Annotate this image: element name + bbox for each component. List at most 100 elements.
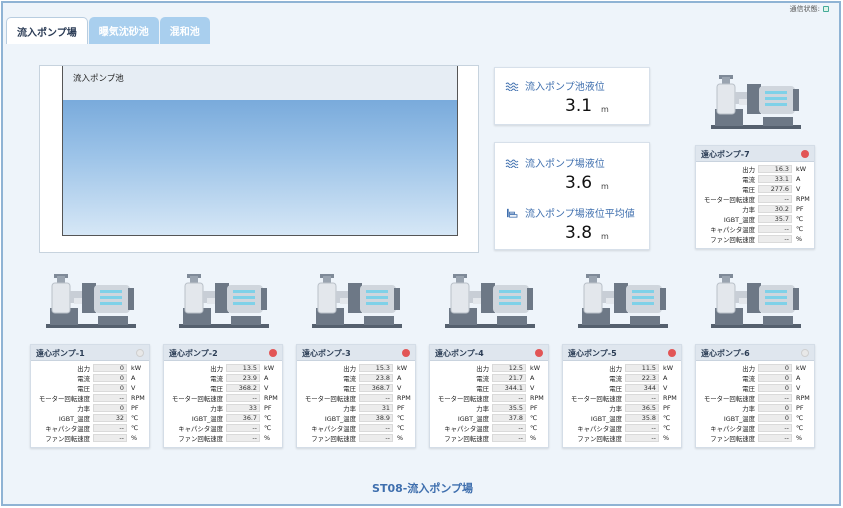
reading-value: -- xyxy=(625,424,659,432)
connection-status: 通信状態: xyxy=(790,4,829,14)
reading-label: ファン回転速度 xyxy=(311,434,356,443)
reading-label: 出力 xyxy=(609,364,622,373)
pump-readings: 出力 12.5 kW 電流 21.7 A 電圧 344.1 V モーター回転速度 -- RPM 力率 35… xyxy=(430,361,548,443)
reading-unit: ℃ xyxy=(264,424,272,432)
tab-inflow-pump-station[interactable]: 流入ポンプ場 xyxy=(6,17,88,44)
reading-unit: PF xyxy=(796,205,804,213)
reading-value: 277.6 xyxy=(758,185,792,193)
reading-value: -- xyxy=(359,394,393,402)
reading-row: 電圧 344.1 V xyxy=(430,383,548,393)
status-indicator-icon xyxy=(269,349,277,357)
reading-label: 力率 xyxy=(609,404,622,413)
reading-unit: % xyxy=(131,434,138,442)
wave-icon xyxy=(505,159,519,168)
reading-unit: kW xyxy=(530,364,541,372)
pump-title: 遠心ポンプ-1 xyxy=(36,349,85,358)
reading-row: 電流 0 A xyxy=(31,373,149,383)
reading-unit: V xyxy=(264,384,269,392)
reading-value: -- xyxy=(758,394,792,402)
pump-panel[interactable]: 遠心ポンプ-1 出力 0 kW 電流 0 A 電圧 0 V モーター回転速度 -- RPM 力率 0 PF IG… xyxy=(30,344,150,448)
reading-row: 電圧 344 V xyxy=(563,383,681,393)
pump-panel[interactable]: 遠心ポンプ-4 出力 12.5 kW 電流 21.7 A 電圧 344.1 V モーター回転速度 --… xyxy=(429,344,549,448)
reading-label: ファン回転速度 xyxy=(178,434,223,443)
pump-illustration-icon xyxy=(312,266,404,330)
reading-row: ファン回転速度 --% xyxy=(297,433,415,443)
level-title: 流入ポンプ池液位 xyxy=(525,82,605,93)
reading-row: IGBT_温度 36.7 ℃ xyxy=(164,413,282,423)
reading-label: 力率 xyxy=(77,404,90,413)
reading-row: モーター回転速度 -- RPM xyxy=(696,393,814,403)
status-indicator-icon xyxy=(402,349,410,357)
tab-bar: 流入ポンプ場 曝気沈砂池 混和池 xyxy=(6,17,210,44)
reading-value: 36.7 xyxy=(226,414,260,422)
reading-row: 電流 0 A xyxy=(696,373,814,383)
reading-row: 電圧 0 V xyxy=(31,383,149,393)
reading-value: 38.9 xyxy=(359,414,393,422)
reading-row: モーター回転速度 -- RPM xyxy=(563,393,681,403)
pump-panel[interactable]: 遠心ポンプ-2 出力 13.5 kW 電流 23.9 A 電圧 368.2 V モーター回転速度 --… xyxy=(163,344,283,448)
reading-label: モーター回転速度 xyxy=(38,394,90,403)
status-indicator-icon xyxy=(136,349,144,357)
pump-panel[interactable]: 遠心ポンプ-5 出力 11.5 kW 電流 22.3 A 電圧 344 V モーター回転速度 -- RP… xyxy=(562,344,682,448)
reading-label: 電流 xyxy=(742,175,755,184)
reading-unit: RPM xyxy=(131,394,145,402)
status-indicator-icon xyxy=(668,349,676,357)
reading-value: 0 xyxy=(93,374,127,382)
status-indicator-icon xyxy=(535,349,543,357)
tab-mixing-tank[interactable]: 混和池 xyxy=(159,17,210,44)
reading-row: ファン回転速度 --% xyxy=(430,433,548,443)
pump-title: 遠心ポンプ-4 xyxy=(435,349,484,358)
reading-row: モーター回転速度 -- RPM xyxy=(297,393,415,403)
pump-readings: 出力 11.5 kW 電流 22.3 A 電圧 344 V モーター回転速度 -- RPM 力率 36.5… xyxy=(563,361,681,443)
reading-row: 出力 0 kW xyxy=(696,363,814,373)
reading-unit: PF xyxy=(796,404,804,412)
reading-unit: ℃ xyxy=(796,225,804,233)
reading-unit: RPM xyxy=(264,394,278,402)
reading-label: 出力 xyxy=(210,364,223,373)
reading-value: 0 xyxy=(758,364,792,372)
pump-illustration-icon xyxy=(578,266,670,330)
reading-unit: RPM xyxy=(530,394,544,402)
reading-unit: A xyxy=(530,374,535,382)
pump-panel[interactable]: 遠心ポンプ-3 出力 15.3 kW 電流 23.8 A 電圧 368.7 V モーター回転速度 --… xyxy=(296,344,416,448)
reading-unit: V xyxy=(397,384,402,392)
tank-panel: 流入ポンプ池 xyxy=(39,65,479,253)
reading-value: -- xyxy=(93,434,127,442)
reading-label: IGBT_温度 xyxy=(723,215,755,224)
level-title-row: 流入ポンプ場液位 xyxy=(505,155,605,170)
reading-label: IGBT_温度 xyxy=(590,414,622,423)
reading-row: 出力 0 kW xyxy=(31,363,149,373)
reading-label: キャパシタ温度 xyxy=(710,225,755,234)
reading-label: 力率 xyxy=(210,404,223,413)
reading-unit: PF xyxy=(397,404,405,412)
reading-row: IGBT_温度 32 ℃ xyxy=(31,413,149,423)
reading-unit: ℃ xyxy=(796,414,804,422)
reading-value: 344 xyxy=(625,384,659,392)
reading-unit: kW xyxy=(264,364,275,372)
pump-panel[interactable]: 遠心ポンプ-6 出力 0 kW 電流 0 A 電圧 0 V モーター回転速度 -- RPM 力率 0 PF IG… xyxy=(695,344,815,448)
reading-unit: V xyxy=(796,185,801,193)
reading-value: 16.3 xyxy=(758,165,792,173)
level-chart-icon xyxy=(507,208,518,218)
reading-value: 21.7 xyxy=(492,374,526,382)
reading-value: 344.1 xyxy=(492,384,526,392)
reading-unit: PF xyxy=(530,404,538,412)
reading-unit: PF xyxy=(663,404,671,412)
reading-row: 力率 36.5 PF xyxy=(563,403,681,413)
reading-value: 368.7 xyxy=(359,384,393,392)
level-unit: m xyxy=(601,232,609,241)
reading-label: 力率 xyxy=(476,404,489,413)
tab-aerated-grit-chamber[interactable]: 曝気沈砂池 xyxy=(88,17,159,44)
reading-label: IGBT_温度 xyxy=(324,414,356,423)
reading-label: 出力 xyxy=(476,364,489,373)
level-unit: m xyxy=(601,105,609,114)
reading-label: 力率 xyxy=(742,205,755,214)
tank-water-level xyxy=(63,89,457,235)
reading-value: 32 xyxy=(93,414,127,422)
reading-value: 37.8 xyxy=(492,414,526,422)
reading-label: ファン回転速度 xyxy=(444,434,489,443)
reading-row: ファン回転速度 --% xyxy=(164,433,282,443)
pump-panel[interactable]: 遠心ポンプ-7 出力 16.3 kW 電流 33.1 A 電圧 277.6 V モーター回転速度 --… xyxy=(695,145,815,249)
reading-row: 力率 0 PF xyxy=(696,403,814,413)
reading-label: 電流 xyxy=(343,374,356,383)
